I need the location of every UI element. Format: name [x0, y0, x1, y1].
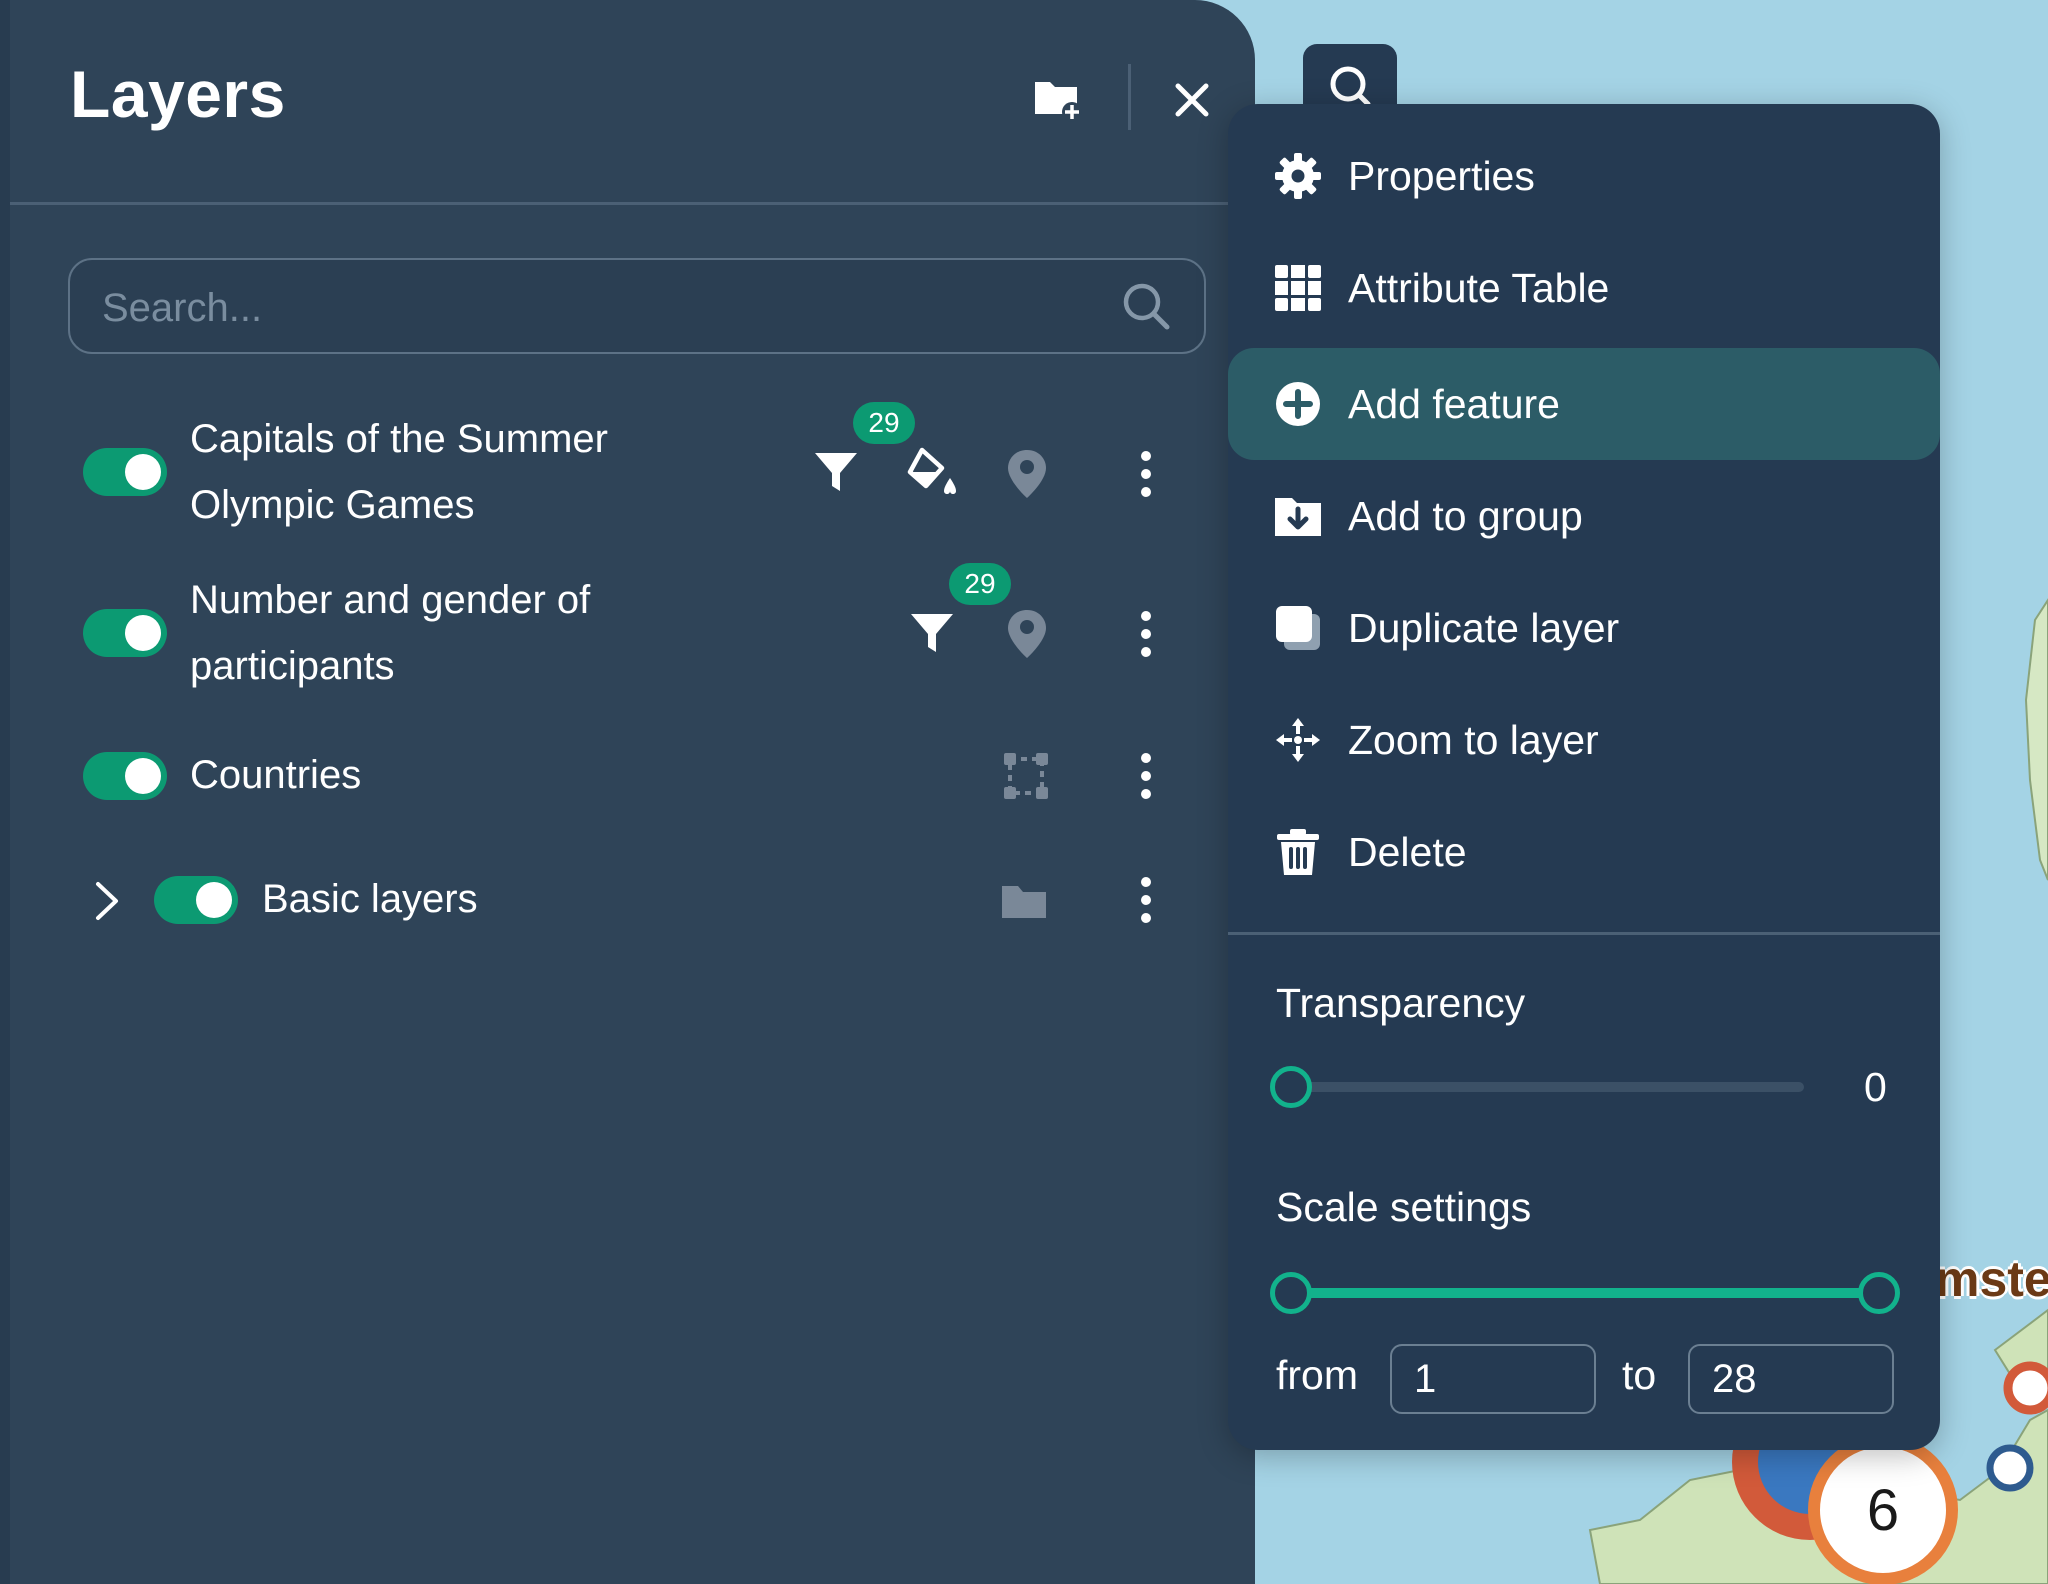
- panel-divider: [10, 202, 1228, 205]
- header-separator: [1128, 64, 1131, 130]
- cluster-count: 6: [1866, 1477, 1900, 1543]
- layer-menu-icon[interactable]: [1138, 750, 1154, 802]
- chevron-right-icon[interactable]: [92, 880, 122, 922]
- layer-menu-icon[interactable]: [1138, 608, 1154, 660]
- scale-max-thumb[interactable]: [1858, 1272, 1900, 1314]
- menu-item-properties[interactable]: Properties: [1228, 120, 1940, 232]
- map-city-label: mster: [1935, 1251, 2048, 1307]
- transparency-thumb[interactable]: [1270, 1066, 1312, 1108]
- menu-item-attribute-table[interactable]: Attribute Table: [1228, 232, 1940, 344]
- layer-menu-icon[interactable]: [1138, 448, 1154, 500]
- layer-visibility-toggle[interactable]: [154, 876, 238, 924]
- layer-group-name[interactable]: Basic layers: [262, 866, 478, 932]
- menu-item-label: Delete: [1348, 829, 1467, 875]
- layer-menu-icon[interactable]: [1138, 874, 1154, 926]
- layer-name-line1[interactable]: Capitals of the Summer: [190, 406, 608, 472]
- menu-divider: [1228, 932, 1940, 935]
- layer-context-menu: Properties Attribute Table Add feature A…: [1228, 104, 1940, 1450]
- menu-item-delete[interactable]: Delete: [1228, 796, 1940, 908]
- layer-name-line1[interactable]: Number and gender of: [190, 567, 590, 633]
- scale-min-thumb[interactable]: [1270, 1272, 1312, 1314]
- layer-visibility-toggle[interactable]: [83, 609, 167, 657]
- layer-visibility-toggle[interactable]: [83, 448, 167, 496]
- menu-item-add-feature[interactable]: Add feature: [1228, 348, 1940, 460]
- add-folder-icon[interactable]: [1032, 72, 1082, 122]
- layers-panel: Layers Capitals of the Summer Olympic Ga…: [0, 0, 1255, 1584]
- scale-from-label: from: [1276, 1352, 1358, 1398]
- zoom-arrows-icon: [1276, 718, 1320, 762]
- paint-bucket-icon[interactable]: [906, 446, 958, 498]
- table-icon: [1275, 265, 1321, 311]
- transparency-label: Transparency: [1276, 980, 1526, 1026]
- menu-item-label: Add feature: [1348, 381, 1560, 427]
- layer-name-line2[interactable]: participants: [190, 633, 395, 699]
- menu-item-label: Duplicate layer: [1348, 605, 1620, 651]
- scale-to-input[interactable]: [1688, 1344, 1894, 1414]
- search-input[interactable]: [102, 280, 1102, 336]
- menu-item-duplicate-layer[interactable]: Duplicate layer: [1228, 572, 1940, 684]
- filter-count-badge: 29: [949, 563, 1011, 605]
- menu-item-zoom-to-layer[interactable]: Zoom to layer: [1228, 684, 1940, 796]
- menu-item-label: Attribute Table: [1348, 265, 1610, 311]
- layer-search-field[interactable]: [68, 258, 1206, 354]
- polygon-layer-icon[interactable]: [1002, 750, 1050, 802]
- menu-item-label: Add to group: [1348, 493, 1583, 539]
- transparency-track[interactable]: [1284, 1082, 1804, 1092]
- scale-settings-label: Scale settings: [1276, 1184, 1532, 1230]
- menu-item-label: Properties: [1348, 153, 1535, 199]
- location-pin-icon[interactable]: [1006, 448, 1048, 500]
- layer-name[interactable]: Countries: [190, 742, 361, 808]
- map-cluster-marker[interactable]: 6: [1808, 1435, 1958, 1584]
- filter-icon[interactable]: [908, 609, 956, 657]
- search-icon: [1330, 66, 1371, 107]
- menu-item-label: Zoom to layer: [1348, 717, 1599, 763]
- close-icon[interactable]: [1172, 80, 1212, 120]
- filter-icon[interactable]: [812, 448, 860, 496]
- scale-to-label: to: [1622, 1352, 1657, 1398]
- layer-visibility-toggle[interactable]: [83, 752, 167, 800]
- trash-icon: [1277, 829, 1319, 875]
- folder-icon: [1002, 886, 1046, 918]
- folder-download-icon: [1275, 498, 1321, 536]
- plus-circle-icon: [1276, 382, 1320, 426]
- duplicate-icon: [1276, 606, 1320, 650]
- menu-item-add-to-group[interactable]: Add to group: [1228, 460, 1940, 572]
- gear-icon: [1275, 153, 1321, 199]
- layer-name-line2[interactable]: Olympic Games: [190, 472, 475, 538]
- scale-from-input[interactable]: [1390, 1344, 1596, 1414]
- scale-range-fill: [1290, 1288, 1882, 1298]
- location-pin-icon[interactable]: [1006, 608, 1048, 660]
- search-icon[interactable]: [1120, 280, 1172, 332]
- panel-title: Layers: [70, 57, 286, 131]
- transparency-value: 0: [1864, 1064, 1887, 1110]
- filter-count-badge: 29: [853, 402, 915, 444]
